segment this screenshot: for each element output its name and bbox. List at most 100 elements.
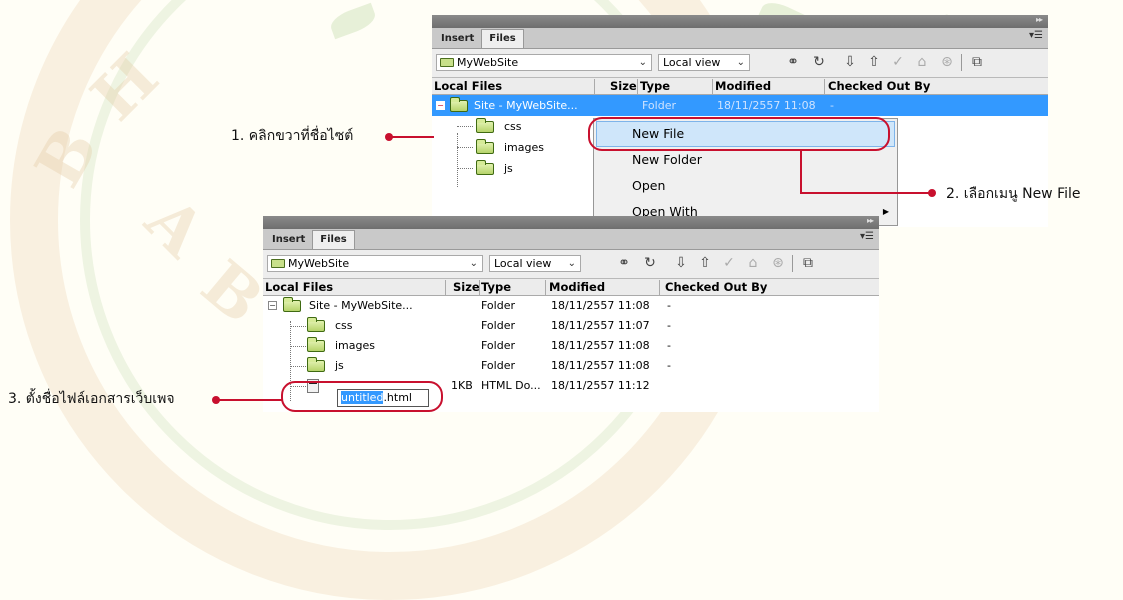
tree-row-site[interactable]: − Site - MyWebSite... Folder 18/11/2557 … [432,95,1048,116]
view-select[interactable]: Local view ⌄ [658,54,750,71]
connect-icon[interactable]: ⚭ [784,53,802,71]
files-toolbar: MyWebSite ⌄ Local view ⌄ ⚭ ↻ ⇩ ⇧ ✓ ⌂ ⊛ ⧉ [263,250,879,279]
tree-connector [457,147,473,148]
get-files-icon[interactable]: ⇩ [841,53,859,71]
col-checked-out[interactable]: Checked Out By [828,79,930,93]
row-modified: 18/11/2557 11:08 [551,339,650,352]
site-select-value: MyWebSite [288,257,350,270]
tree-connector [290,366,306,367]
site-folder-icon [271,259,285,268]
refresh-icon[interactable]: ↻ [641,254,659,272]
panel-tabbar: Insert Files ▾☰ [432,28,1048,49]
callout-line [800,151,802,193]
tab-files[interactable]: Files [481,29,524,48]
chevron-down-icon: ⌄ [567,258,576,269]
view-select-value: Local view [663,56,721,69]
tab-files[interactable]: Files [312,230,355,249]
check-in-icon[interactable]: ⌂ [913,53,931,71]
check-in-icon[interactable]: ⌂ [744,254,762,272]
folder-icon [307,357,325,372]
row-modified: 18/11/2557 11:07 [551,319,650,332]
panel-menu-icon[interactable]: ▾☰ [860,231,874,242]
panel-menu-icon[interactable]: ▾☰ [1029,30,1043,41]
check-out-icon[interactable]: ✓ [889,53,907,71]
highlight-oval-new-file [588,117,890,151]
refresh-icon[interactable]: ↻ [810,53,828,71]
row-name: js [335,359,344,372]
col-size[interactable]: Size [610,79,637,93]
collapse-icon[interactable]: ▸▸ [867,216,874,225]
synchronize-icon[interactable]: ⊛ [769,254,787,272]
tree-connector [290,346,306,347]
col-local-files[interactable]: Local Files [434,79,502,93]
site-folder-icon [440,58,454,67]
folder-icon [450,97,468,112]
row-checked-out: - [667,319,671,332]
col-checked-out[interactable]: Checked Out By [665,280,767,294]
site-select[interactable]: MyWebSite ⌄ [267,255,483,272]
row-name: js [504,162,513,175]
row-type: Folder [642,99,676,112]
callout-line [800,192,930,194]
panel-titlebar: ▸▸ [432,15,1048,28]
collapse-icon[interactable]: − [268,301,277,310]
put-files-icon[interactable]: ⇧ [865,53,883,71]
tree-row-folder[interactable]: images Folder 18/11/2557 11:08 - [263,336,879,356]
row-type: HTML Do... [481,379,541,392]
toolbar-divider [792,255,793,272]
expand-icon[interactable]: ⧉ [968,53,986,71]
synchronize-icon[interactable]: ⊛ [938,53,956,71]
folder-icon [283,297,301,312]
col-local-files[interactable]: Local Files [265,280,333,294]
row-type: Folder [481,319,515,332]
site-select-value: MyWebSite [457,56,519,69]
tree-row-folder[interactable]: js Folder 18/11/2557 11:08 - [263,356,879,376]
site-select[interactable]: MyWebSite ⌄ [436,54,652,71]
row-type: Folder [481,299,515,312]
row-type: Folder [481,359,515,372]
view-select-value: Local view [494,257,552,270]
column-header-row: Local Files Size Type Modified Checked O… [432,78,1048,95]
menu-item-open[interactable]: Open [594,173,897,199]
connect-icon[interactable]: ⚭ [615,254,633,272]
col-size[interactable]: Size [453,280,480,294]
files-toolbar: MyWebSite ⌄ Local view ⌄ ⚭ ↻ ⇩ ⇧ ✓ ⌂ ⊛ ⧉ [432,49,1048,78]
tree-connector [457,126,473,127]
row-name: images [335,339,375,352]
callout-step-3: 3. ตั้งชื่อไฟล์เอกสารเว็บเพจ [8,391,175,407]
folder-icon [307,337,325,352]
toolbar-divider [961,54,962,71]
folder-icon [476,160,494,175]
row-modified: 18/11/2557 11:08 [551,299,650,312]
view-select[interactable]: Local view ⌄ [489,255,581,272]
folder-icon [307,317,325,332]
chevron-down-icon: ⌄ [736,57,745,68]
panel-titlebar: ▸▸ [263,216,879,229]
row-name: css [504,120,522,133]
column-header-row: Local Files Size Type Modified Checked O… [263,279,879,296]
put-files-icon[interactable]: ⇧ [696,254,714,272]
row-checked-out: - [830,99,834,112]
row-checked-out: - [667,339,671,352]
row-name: images [504,141,544,154]
col-type[interactable]: Type [640,79,670,93]
row-modified: 18/11/2557 11:12 [551,379,650,392]
chevron-down-icon: ⌄ [638,57,647,68]
tree-connector [290,326,306,327]
callout-dot [928,189,936,197]
row-name: Site - MyWebSite... [474,99,578,112]
collapse-icon[interactable]: ▸▸ [1036,15,1043,24]
tree-row-folder[interactable]: css Folder 18/11/2557 11:07 - [263,316,879,336]
collapse-icon[interactable]: − [436,101,445,110]
expand-icon[interactable]: ⧉ [799,254,817,272]
get-files-icon[interactable]: ⇩ [672,254,690,272]
tab-insert[interactable]: Insert [265,231,312,249]
check-out-icon[interactable]: ✓ [720,254,738,272]
tree-row-site[interactable]: − Site - MyWebSite... Folder 18/11/2557 … [263,296,879,316]
row-checked-out: - [667,299,671,312]
col-modified[interactable]: Modified [715,79,771,93]
col-type[interactable]: Type [481,280,511,294]
highlight-oval-rename [281,381,443,412]
tab-insert[interactable]: Insert [434,30,481,48]
col-modified[interactable]: Modified [549,280,605,294]
